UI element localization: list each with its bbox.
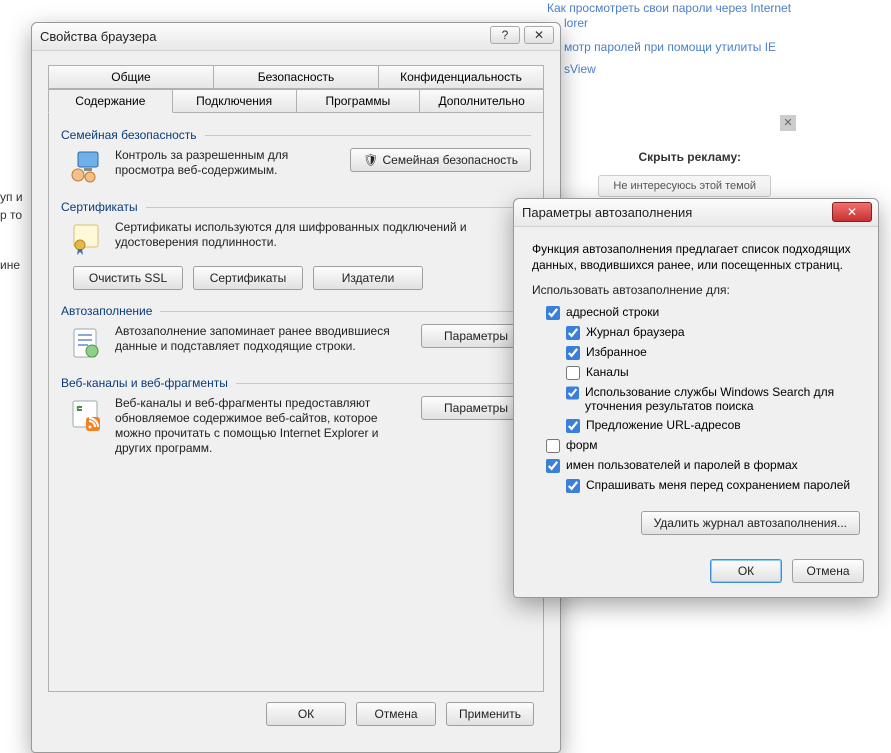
checkbox-label: Журнал браузера	[586, 325, 685, 339]
tab-security[interactable]: Безопасность	[213, 65, 379, 89]
internet-options-dialog: Свойства браузера ? ✕ Общие Безопасность…	[31, 22, 561, 753]
checkbox-urlsuggest[interactable]	[566, 419, 580, 433]
bg-link-1b[interactable]: lorer	[564, 16, 588, 30]
dialog-title: Свойства браузера	[40, 29, 156, 44]
ok-button[interactable]: ОК	[710, 559, 782, 583]
checkbox-label: форм	[566, 438, 597, 452]
bg-frag-3: ине	[0, 258, 20, 272]
dialog-titlebar: Свойства браузера ? ✕	[32, 23, 560, 51]
publishers-button[interactable]: Издатели	[313, 266, 423, 290]
autofill-params-dialog: Параметры автозаполнения ✕ Функция автоз…	[513, 198, 879, 598]
help-button[interactable]: ?	[490, 26, 520, 44]
group-certificates: Сертификаты Сертификаты используются для…	[61, 200, 531, 290]
group-header: Автозаполнение	[61, 304, 152, 318]
dialog-titlebar: Параметры автозаполнения ✕	[514, 199, 878, 227]
chk-row-asksave: Спрашивать меня перед сохранением пароле…	[566, 478, 860, 493]
delete-autofill-history-button[interactable]: Удалить журнал автозаполнения...	[641, 511, 860, 535]
bg-link-1[interactable]: Как просмотреть свои пароли через Intern…	[547, 1, 791, 15]
tab-content[interactable]: Содержание	[48, 89, 173, 113]
tab-programs[interactable]: Программы	[296, 89, 421, 113]
group-feeds: Веб-каналы и веб-фрагменты	[61, 376, 531, 456]
chk-row-urlsuggest: Предложение URL-адресов	[566, 418, 860, 433]
group-header: Сертификаты	[61, 200, 138, 214]
chk-row-forms: форм	[546, 438, 860, 453]
checkbox-history[interactable]	[566, 326, 580, 340]
checkbox-forms[interactable]	[546, 439, 560, 453]
bg-frag-1: уп и	[0, 190, 23, 204]
checkbox-favorites[interactable]	[566, 346, 580, 360]
ok-button[interactable]: ОК	[266, 702, 346, 726]
autofill-desc: Автозаполнение запоминает ранее вводивши…	[115, 324, 411, 354]
rss-icon	[67, 396, 105, 434]
chk-row-favorites: Избранное	[566, 345, 860, 360]
family-safety-desc: Контроль за разрешенным для просмотра ве…	[115, 148, 340, 178]
feeds-desc: Веб-каналы и веб-фрагменты предоставляют…	[115, 396, 411, 456]
tab-general[interactable]: Общие	[48, 65, 214, 89]
autofill-intro: Функция автозаполнения предлагает список…	[532, 241, 860, 273]
autofill-icon	[67, 324, 105, 362]
group-header: Веб-каналы и веб-фрагменты	[61, 376, 228, 390]
close-button[interactable]: ✕	[524, 26, 554, 44]
checkbox-label: имен пользователей и паролей в формах	[566, 458, 798, 472]
apply-button[interactable]: Применить	[446, 702, 534, 726]
checkbox-userpass[interactable]	[546, 459, 560, 473]
bg-frag-2: р то	[0, 208, 22, 222]
group-family-safety: Семейная безопасность Контроль за разреш…	[61, 128, 531, 186]
tab-connections[interactable]: Подключения	[172, 89, 297, 113]
ad-not-interested-button[interactable]: Не интересуюсь этой темой	[598, 175, 771, 197]
certificate-icon	[67, 220, 105, 258]
checkbox-label: Спрашивать меня перед сохранением пароле…	[586, 478, 850, 492]
checkbox-addressbar[interactable]	[546, 306, 560, 320]
certificates-button[interactable]: Сертификаты	[193, 266, 303, 290]
tab-privacy[interactable]: Конфиденциальность	[378, 65, 544, 89]
checkbox-label: Избранное	[586, 345, 647, 359]
bg-link-2[interactable]: мотр паролей при помощи утилиты IE	[564, 40, 776, 54]
checkbox-asksave[interactable]	[566, 479, 580, 493]
group-autofill: Автозаполнение Автозаполнение запоми	[61, 304, 531, 362]
checkbox-label: Каналы	[586, 365, 629, 379]
chk-row-userpass: имен пользователей и паролей в формах	[546, 458, 860, 473]
clear-ssl-button[interactable]: Очистить SSL	[73, 266, 183, 290]
checkbox-winsearch[interactable]	[566, 386, 579, 400]
close-button[interactable]: ✕	[832, 202, 872, 222]
tab-advanced[interactable]: Дополнительно	[419, 89, 544, 113]
ad-close-button[interactable]: ✕	[780, 115, 796, 131]
certificates-desc: Сертификаты используются для шифрованных…	[115, 220, 531, 250]
chk-row-winsearch: Использование службы Windows Search для …	[566, 385, 860, 413]
checkbox-label: Использование службы Windows Search для …	[585, 385, 860, 413]
chk-row-addressbar: адресной строки	[546, 305, 860, 320]
dialog-title: Параметры автозаполнения	[522, 205, 692, 220]
group-header: Семейная безопасность	[61, 128, 197, 142]
use-for-label: Использовать автозаполнение для:	[532, 283, 860, 297]
ad-hide-label: Скрыть рекламу:	[638, 150, 741, 164]
family-safety-button[interactable]: Семейная безопасность	[350, 148, 531, 172]
checkbox-channels[interactable]	[566, 366, 580, 380]
tab-panel-content: Семейная безопасность Контроль за разреш…	[48, 112, 544, 692]
chk-row-history: Журнал браузера	[566, 325, 860, 340]
bg-link-2b[interactable]: sView	[564, 62, 596, 76]
cancel-button[interactable]: Отмена	[356, 702, 436, 726]
cancel-button[interactable]: Отмена	[792, 559, 864, 583]
family-safety-icon	[67, 148, 105, 186]
checkbox-label: Предложение URL-адресов	[586, 418, 741, 432]
chk-row-channels: Каналы	[566, 365, 860, 380]
checkbox-label: адресной строки	[566, 305, 659, 319]
